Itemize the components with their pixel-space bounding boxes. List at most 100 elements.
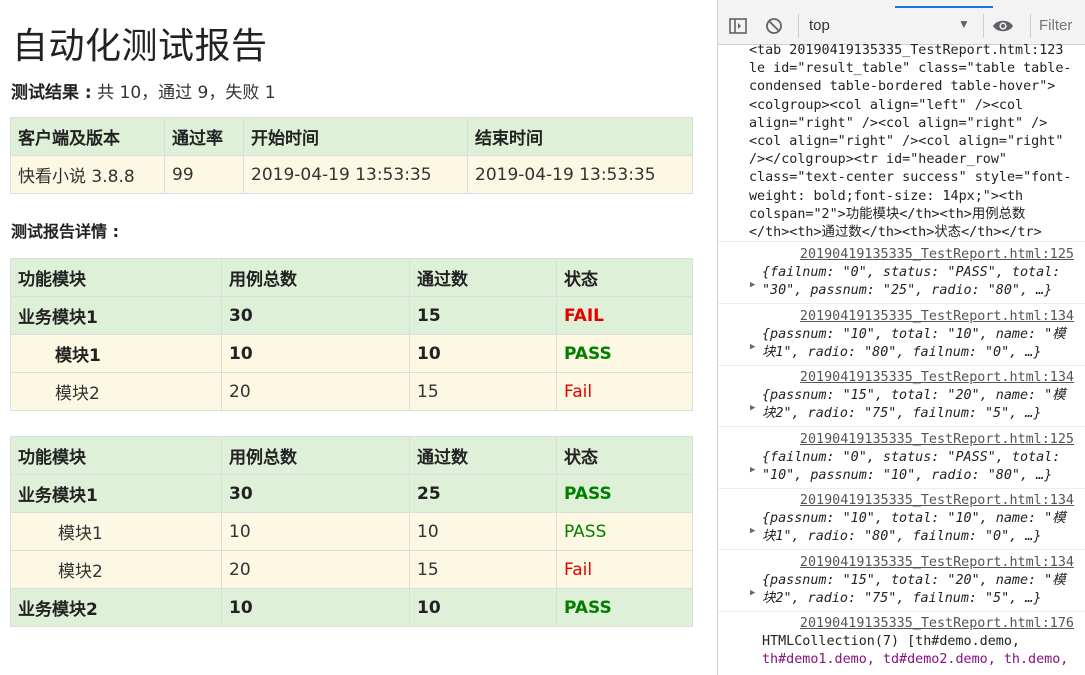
html-line[interactable]: <tab 20190419135335_TestReport.html:123 xyxy=(718,42,1085,60)
test-report-page: 自动化测试报告 测试结果 : 共 10，通过 9，失败 1 客户端及版本 通过率… xyxy=(0,0,710,675)
table-row[interactable]: 业务模块1 30 15 FAIL xyxy=(10,296,693,335)
html-line: condensed table-bordered table-hover"> xyxy=(749,79,1056,95)
pass-count: 15 xyxy=(409,372,557,411)
collection-preview-line: th#demo1.demo, td#demo2.demo, th.demo, xyxy=(762,652,1069,668)
object-preview-line: {failnum: "0", status: "PASS", total: xyxy=(762,265,1061,281)
source-link[interactable]: 20190419135335_TestReport.html:125 xyxy=(718,246,1085,264)
detail-table-2: 功能模块 用例总数 通过数 状态 业务模块1 30 25 PASS 模块1 10… xyxy=(10,436,693,627)
devtools-tabstrip xyxy=(718,0,1085,8)
expand-triangle-icon[interactable]: ▶ xyxy=(750,399,755,417)
expand-triangle-icon[interactable]: ▶ xyxy=(750,584,755,602)
module-name: 模块1 xyxy=(10,334,222,373)
console-message-object[interactable]: 20190419135335_TestReport.html:134 ▶ {pa… xyxy=(718,369,1085,427)
expand-triangle-icon[interactable]: ▶ xyxy=(750,276,755,294)
object-preview-line: 块1", radio: "80", failnum: "0", …} xyxy=(762,345,1042,361)
sidebar-toggle-icon[interactable] xyxy=(728,16,748,36)
source-link[interactable]: 20190419135335_TestReport.html:134 xyxy=(718,308,1085,326)
object-preview-line: {passnum: "10", total: "10", name: "模 xyxy=(762,327,1066,343)
module-name: 业务模块2 xyxy=(10,588,222,627)
table-row[interactable]: 模块2 20 15 Fail xyxy=(10,372,693,411)
total-count: 10 xyxy=(221,588,410,627)
console-message-collection[interactable]: 20190419135335_TestReport.html:176 HTMLC… xyxy=(718,615,1085,675)
console-message-object[interactable]: 20190419135335_TestReport.html:125 ▶ {fa… xyxy=(718,431,1085,489)
object-preview-line: "10", passnum: "10", radio: "80", …} xyxy=(762,468,1053,484)
summary-label: 测试结果 : xyxy=(11,83,92,103)
info-header-start: 开始时间 xyxy=(243,117,468,156)
info-header-end: 结束时间 xyxy=(467,117,693,156)
total-count: 20 xyxy=(221,372,410,411)
header-passed: 通过数 xyxy=(409,436,557,475)
source-link[interactable]: 20190419135335_TestReport.html:125 xyxy=(718,431,1085,449)
object-preview-line: "30", passnum: "25", radio: "80", …} xyxy=(762,283,1053,299)
status-badge: PASS xyxy=(556,474,693,513)
expand-triangle-icon[interactable]: ▶ xyxy=(750,461,755,479)
test-summary: 测试结果 : 共 10，通过 9，失败 1 xyxy=(11,80,276,106)
chevron-down-icon[interactable]: ▼ xyxy=(958,17,970,31)
table-row[interactable]: 模块2 20 15 Fail xyxy=(10,550,693,589)
header-passed: 通过数 xyxy=(409,258,557,297)
status-badge: PASS xyxy=(556,512,693,551)
header-status: 状态 xyxy=(556,436,693,475)
pass-count: 15 xyxy=(409,550,557,589)
filter-input[interactable]: Filter xyxy=(1030,14,1085,38)
object-preview-line: 块2", radio: "75", failnum: "5", …} xyxy=(762,406,1042,422)
table-row[interactable]: 业务模块1 30 25 PASS xyxy=(10,474,693,513)
total-count: 10 xyxy=(221,334,410,373)
console-message-object[interactable]: 20190419135335_TestReport.html:134 ▶ {pa… xyxy=(718,492,1085,550)
html-line: <colgroup><col align="left" /><col xyxy=(749,97,1024,113)
table-row[interactable]: 模块1 10 10 PASS xyxy=(10,512,693,551)
total-count: 30 xyxy=(221,474,410,513)
module-name: 业务模块1 xyxy=(10,296,222,335)
console-message-object[interactable]: 20190419135335_TestReport.html:134 ▶ {pa… xyxy=(718,308,1085,366)
table-header-row: 功能模块 用例总数 通过数 状态 xyxy=(10,258,693,297)
info-header-row: 客户端及版本 通过率 开始时间 结束时间 xyxy=(10,117,693,156)
html-line: colspan="2">功能模块</th><th>用例总数 xyxy=(749,206,1026,222)
html-line: class="text-center success" style="font- xyxy=(749,170,1072,186)
context-selector[interactable]: top xyxy=(809,17,830,34)
object-preview-line: {failnum: "0", status: "PASS", total: xyxy=(762,450,1061,466)
info-row: 快看小说 3.8.8 99 2019-04-19 13:53:35 2019-0… xyxy=(10,155,693,194)
console-message-object[interactable]: 20190419135335_TestReport.html:125 ▶ {fa… xyxy=(718,246,1085,304)
source-link[interactable]: 20190419135335_TestReport.html:134 xyxy=(718,492,1085,510)
info-client: 快看小说 3.8.8 xyxy=(10,155,165,194)
source-link[interactable]: 20190419135335_TestReport.html:134 xyxy=(718,554,1085,572)
expand-triangle-icon[interactable]: ▶ xyxy=(750,522,755,540)
status-badge: Fail xyxy=(556,550,693,589)
eye-icon[interactable] xyxy=(992,16,1013,36)
info-table: 客户端及版本 通过率 开始时间 结束时间 快看小说 3.8.8 99 2019-… xyxy=(10,117,693,194)
detail-table-1: 功能模块 用例总数 通过数 状态 业务模块1 30 15 FAIL 模块1 10… xyxy=(10,258,693,411)
table-row[interactable]: 业务模块2 10 10 PASS xyxy=(10,588,693,627)
console-message-object[interactable]: 20190419135335_TestReport.html:134 ▶ {pa… xyxy=(718,554,1085,612)
source-link[interactable]: 20190419135335_TestReport.html:134 xyxy=(718,369,1085,387)
console-message-html: <tab 20190419135335_TestReport.html:123 … xyxy=(718,42,1085,242)
table-row[interactable]: 模块1 10 10 PASS xyxy=(10,334,693,373)
info-start: 2019-04-19 13:53:35 xyxy=(243,155,468,194)
html-line: /></colgroup><tr id="header_row" xyxy=(749,152,1007,168)
status-badge: Fail xyxy=(556,372,693,411)
devtools-console: top ▼ Filter <tab 20190419135335_TestRep… xyxy=(717,0,1085,675)
console-toolbar: top ▼ Filter xyxy=(718,8,1085,45)
source-link[interactable]: 20190419135335_TestReport.html:176 xyxy=(718,615,1085,633)
page-title: 自动化测试报告 xyxy=(12,26,268,67)
module-name: 模块2 xyxy=(10,550,222,589)
header-total: 用例总数 xyxy=(221,436,410,475)
details-title: 测试报告详情 : xyxy=(11,222,119,241)
html-line: </th><th>通过数</th><th>状态</th></tr> xyxy=(749,225,1042,241)
header-module: 功能模块 xyxy=(10,258,222,297)
total-count: 10 xyxy=(221,512,410,551)
total-count: 30 xyxy=(221,296,410,335)
html-line: align="right" /><col align="right" /> xyxy=(749,115,1048,131)
object-preview-line: 块1", radio: "80", failnum: "0", …} xyxy=(762,529,1042,545)
summary-text: 共 10，通过 9，失败 1 xyxy=(91,83,276,103)
info-passrate: 99 xyxy=(164,155,244,194)
pass-count: 10 xyxy=(409,334,557,373)
header-module: 功能模块 xyxy=(10,436,222,475)
status-badge: PASS xyxy=(556,334,693,373)
html-line: le id="result_table" class="table table- xyxy=(749,61,1072,77)
module-name: 业务模块1 xyxy=(10,474,222,513)
clear-console-icon[interactable] xyxy=(764,16,784,36)
pass-count: 10 xyxy=(409,512,557,551)
expand-triangle-icon[interactable]: ▶ xyxy=(750,338,755,356)
info-header-passrate: 通过率 xyxy=(164,117,244,156)
info-header-client: 客户端及版本 xyxy=(10,117,165,156)
